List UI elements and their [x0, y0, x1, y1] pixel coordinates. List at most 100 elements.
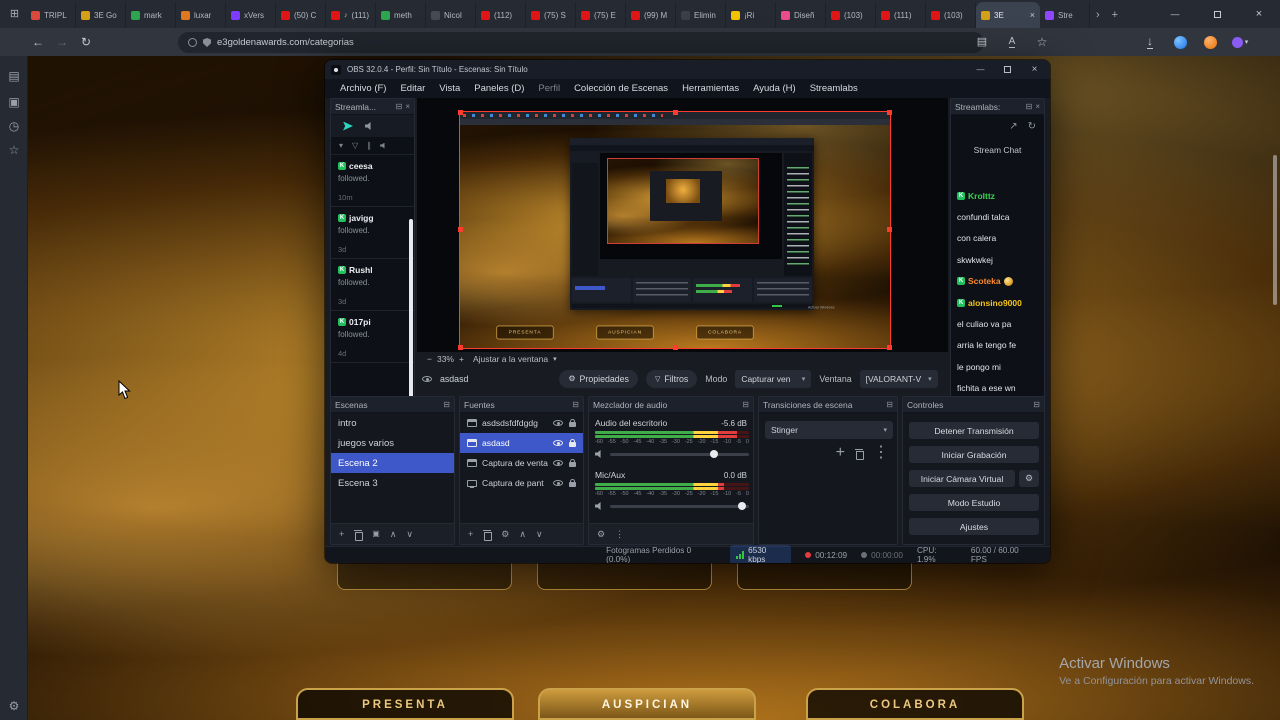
dock-pin-icon[interactable] — [396, 103, 403, 111]
megaphone-icon[interactable] — [365, 122, 371, 130]
filters-button[interactable]: Filtros — [645, 370, 698, 388]
menu-paneles[interactable]: Paneles (D) — [467, 79, 531, 98]
browser-tab[interactable]: luxar — [176, 2, 226, 28]
send-icon[interactable] — [343, 121, 353, 131]
remove-transition-button[interactable] — [855, 448, 864, 460]
selection-handle[interactable] — [887, 227, 892, 232]
browser-tab-active[interactable]: 3E — [976, 2, 1040, 28]
chevron-down-icon[interactable] — [339, 142, 343, 150]
dock-pin-icon[interactable] — [886, 401, 893, 409]
translate-button[interactable] — [1000, 31, 1024, 53]
browser-tab[interactable]: (75) E — [576, 2, 626, 28]
favorites-star-button[interactable] — [1030, 31, 1054, 53]
scene-item[interactable]: intro — [331, 413, 454, 433]
speaker-icon[interactable] — [595, 450, 601, 458]
lock-icon[interactable] — [569, 439, 576, 447]
browser-tab[interactable]: Nicol — [426, 2, 476, 28]
sidebar-settings-button[interactable] — [0, 694, 28, 718]
dock-pin-icon[interactable] — [572, 401, 579, 409]
dock-pin-icon[interactable] — [1033, 401, 1040, 409]
zoom-out-button[interactable] — [427, 355, 432, 364]
browser-tab[interactable]: 3E Go — [76, 2, 126, 28]
source-item-selected[interactable]: asdasd — [460, 433, 583, 453]
browser-tab[interactable]: ¡Ri — [726, 2, 776, 28]
sidebar-history-button[interactable] — [0, 114, 28, 138]
lock-icon[interactable] — [569, 459, 576, 467]
dock-close-icon[interactable] — [1035, 103, 1040, 111]
mixer-menu-button[interactable] — [615, 530, 624, 539]
back-button[interactable] — [26, 31, 50, 53]
add-transition-button[interactable] — [836, 445, 845, 461]
start-recording-button[interactable]: Iniciar Grabación — [909, 446, 1039, 463]
transition-menu-button[interactable] — [873, 445, 889, 461]
chevron-down-icon[interactable] — [553, 356, 557, 363]
browser-tab[interactable]: meth — [376, 2, 426, 28]
sidebar-favorites-button[interactable] — [0, 138, 28, 162]
mute-icon[interactable] — [380, 142, 385, 149]
popout-icon[interactable] — [1009, 122, 1017, 132]
selection-handle[interactable] — [887, 110, 892, 115]
scene-filters-button[interactable] — [372, 530, 380, 538]
scene-item[interactable]: Escena 3 — [331, 473, 454, 493]
category-card-presenta[interactable]: PRESENTA — [296, 688, 514, 720]
browser-tab[interactable]: mark — [126, 2, 176, 28]
profile-avatar[interactable] — [1198, 31, 1222, 53]
browser-tab[interactable]: TRIPL — [26, 2, 76, 28]
volume-slider[interactable] — [610, 502, 749, 510]
virtual-camera-button[interactable]: Iniciar Cámara Virtual — [909, 470, 1015, 487]
move-scene-up-button[interactable] — [390, 530, 397, 539]
page-scrollbar-thumb[interactable] — [1273, 155, 1277, 305]
scene-item[interactable]: juegos varios — [331, 433, 454, 453]
selection-handle[interactable] — [458, 227, 463, 232]
transition-dropdown[interactable]: Stinger — [765, 421, 893, 439]
slider-knob[interactable] — [738, 502, 747, 510]
copilot-button[interactable] — [1168, 31, 1192, 53]
move-source-up-button[interactable] — [519, 530, 526, 539]
slider-knob[interactable] — [710, 450, 719, 458]
category-card-auspician[interactable]: AUSPICIAN — [538, 688, 756, 720]
remove-scene-button[interactable] — [354, 529, 364, 541]
menu-ayuda[interactable]: Ayuda (H) — [746, 79, 803, 98]
sidebar-apps-button[interactable] — [0, 90, 28, 114]
menu-editar[interactable]: Editar — [393, 79, 432, 98]
browser-tab[interactable]: (103) — [926, 2, 976, 28]
visibility-eye-icon[interactable] — [553, 480, 563, 486]
volume-slider[interactable] — [610, 450, 749, 458]
fit-window-toggle[interactable]: Ajustar a la ventana — [473, 354, 548, 364]
new-tab-button[interactable] — [1106, 2, 1124, 28]
browser-tab[interactable]: (103) — [826, 2, 876, 28]
remove-source-button[interactable] — [483, 529, 493, 541]
pause-icon[interactable] — [367, 142, 371, 150]
dock-pin-icon[interactable] — [742, 401, 749, 409]
dock-pin-icon[interactable] — [1026, 103, 1033, 111]
browser-tab[interactable]: xVers — [226, 2, 276, 28]
address-bar[interactable]: e3goldenawards.com/categorias — [178, 32, 984, 53]
menu-perfil[interactable]: Perfil — [531, 79, 567, 98]
menu-streamlabs[interactable]: Streamlabs — [803, 79, 865, 98]
scene-item-selected[interactable]: Escena 2 — [331, 453, 454, 473]
selection-handle[interactable] — [458, 345, 463, 350]
capture-window-dropdown[interactable]: [VALORANT-V — [859, 370, 938, 388]
split-screen-button[interactable] — [970, 31, 994, 53]
add-scene-button[interactable] — [339, 530, 344, 539]
sidebar-panel-button[interactable] — [0, 64, 28, 88]
refresh-icon[interactable] — [1028, 122, 1036, 132]
visibility-eye-icon[interactable] — [553, 440, 563, 446]
browser-tab[interactable]: Diseñ — [776, 2, 826, 28]
selection-handle[interactable] — [458, 110, 463, 115]
speaker-icon[interactable] — [595, 502, 601, 510]
obs-minimize-button[interactable] — [967, 60, 994, 79]
capture-mode-dropdown[interactable]: Capturar ven — [735, 370, 812, 388]
source-visibility-icon[interactable] — [422, 376, 432, 382]
move-scene-down-button[interactable] — [406, 530, 413, 539]
window-minimize-button[interactable] — [1154, 0, 1196, 28]
preview-canvas[interactable]: PRESENTA AUSPICIAN COLABORA Activar Wind… — [458, 110, 892, 350]
source-item[interactable]: Captura de pant — [460, 473, 583, 493]
browser-tab[interactable]: Elimin — [676, 2, 726, 28]
browser-tab[interactable]: (112) — [476, 2, 526, 28]
menu-archivo[interactable]: Archivo (F) — [333, 79, 393, 98]
category-card-colabora[interactable]: COLABORA — [806, 688, 1024, 720]
window-close-button[interactable] — [1238, 0, 1280, 28]
zoom-in-button[interactable] — [459, 355, 464, 364]
lock-icon[interactable] — [569, 479, 576, 487]
